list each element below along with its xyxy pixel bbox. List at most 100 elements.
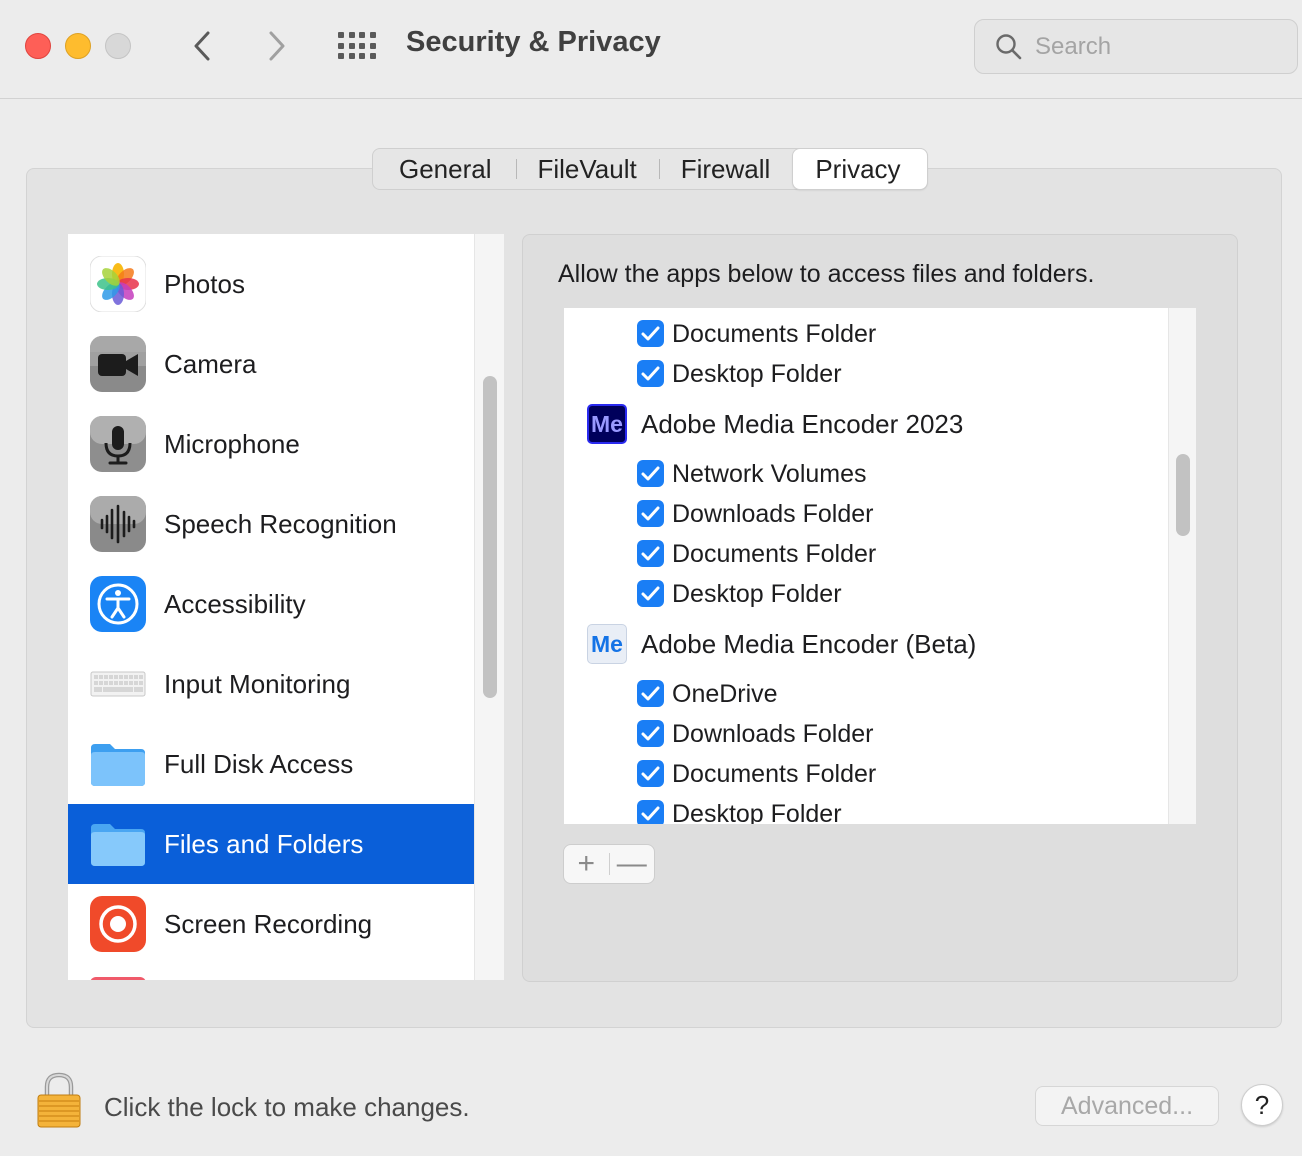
checkmark-icon bbox=[641, 686, 660, 701]
speech-recognition-icon bbox=[90, 496, 146, 552]
permission-label: Downloads Folder bbox=[672, 500, 874, 528]
permission-row[interactable]: Documents Folder bbox=[564, 314, 1168, 354]
permission-label: Downloads Folder bbox=[672, 720, 874, 748]
permission-checkbox[interactable] bbox=[637, 720, 664, 747]
minimize-button[interactable] bbox=[65, 33, 91, 59]
category-scrollbar[interactable] bbox=[474, 234, 504, 980]
permission-row[interactable]: Documents Folder bbox=[564, 534, 1168, 574]
adobe-media-encoder-icon: Me bbox=[587, 404, 627, 444]
permission-checkbox[interactable] bbox=[637, 540, 664, 567]
tab-firewall[interactable]: Firewall bbox=[658, 149, 793, 189]
app-list-scroll-thumb[interactable] bbox=[1176, 454, 1190, 536]
category-label: Camera bbox=[164, 348, 257, 379]
folder-icon bbox=[91, 744, 145, 786]
permission-label: Documents Folder bbox=[672, 320, 877, 348]
next-category-icon-peek bbox=[90, 977, 146, 980]
add-app-button[interactable]: + bbox=[564, 845, 609, 883]
category-speech-recognition[interactable]: Speech Recognition bbox=[68, 484, 474, 564]
category-label: Microphone bbox=[164, 428, 300, 459]
category-full-disk-access[interactable]: Full Disk Access bbox=[68, 724, 474, 804]
category-photos[interactable]: Photos bbox=[68, 244, 474, 324]
accessibility-icon bbox=[90, 576, 146, 632]
permission-label: Desktop Folder bbox=[672, 800, 842, 824]
category-label: Screen Recording bbox=[164, 908, 373, 939]
permission-row[interactable]: Downloads Folder bbox=[564, 494, 1168, 534]
app-row[interactable]: Me Adobe Media Encoder (Beta) bbox=[564, 624, 1168, 664]
category-scroll-thumb[interactable] bbox=[483, 376, 497, 698]
forward-button[interactable] bbox=[257, 26, 297, 66]
app-label: Adobe Media Encoder (Beta) bbox=[641, 629, 977, 659]
search-input[interactable] bbox=[1035, 30, 1285, 64]
chevron-right-icon bbox=[269, 31, 285, 61]
permission-label: Documents Folder bbox=[672, 760, 877, 788]
advanced-button[interactable]: Advanced... bbox=[1035, 1086, 1219, 1126]
app-list-scrollbar[interactable] bbox=[1168, 308, 1196, 824]
category-input-monitoring[interactable]: Input Monitoring bbox=[68, 644, 474, 724]
folder-icon bbox=[91, 824, 145, 866]
window-title: Security & Privacy bbox=[406, 26, 661, 58]
close-button[interactable] bbox=[25, 33, 51, 59]
category-files-and-folders[interactable]: Files and Folders bbox=[68, 804, 474, 884]
show-all-grid-icon[interactable] bbox=[338, 32, 376, 60]
tab-general[interactable]: General bbox=[373, 149, 516, 189]
permission-row[interactable]: Network Volumes bbox=[564, 454, 1168, 494]
search-field[interactable] bbox=[974, 19, 1298, 74]
permission-label: Desktop Folder bbox=[672, 580, 842, 608]
category-label: Accessibility bbox=[164, 588, 306, 619]
remove-app-button[interactable]: — bbox=[609, 845, 654, 883]
tab-privacy[interactable]: Privacy bbox=[793, 149, 927, 189]
search-icon bbox=[996, 34, 1022, 60]
chevron-left-icon bbox=[194, 31, 210, 61]
add-remove-control: + — bbox=[563, 844, 655, 884]
checkmark-icon bbox=[641, 726, 660, 741]
screen-recording-icon bbox=[90, 896, 146, 952]
app-row[interactable]: Me Adobe Media Encoder 2023 bbox=[564, 404, 1168, 444]
permission-checkbox[interactable] bbox=[637, 680, 664, 707]
permission-checkbox[interactable] bbox=[637, 760, 664, 787]
keyboard-icon bbox=[90, 671, 146, 697]
category-label: Full Disk Access bbox=[164, 748, 354, 779]
permission-checkbox[interactable] bbox=[637, 500, 664, 527]
category-label: Input Monitoring bbox=[164, 668, 351, 699]
lock-message: Click the lock to make changes. bbox=[104, 1092, 470, 1122]
checkmark-icon bbox=[641, 326, 660, 341]
permission-row[interactable]: Desktop Folder bbox=[564, 794, 1168, 824]
permission-row[interactable]: Documents Folder bbox=[564, 754, 1168, 794]
category-camera[interactable]: Camera bbox=[68, 324, 474, 404]
category-label: Photos bbox=[164, 268, 245, 299]
zoom-button[interactable] bbox=[105, 33, 131, 59]
checkmark-icon bbox=[641, 466, 660, 481]
tab-filevault[interactable]: FileVault bbox=[515, 149, 659, 189]
category-microphone[interactable]: Microphone bbox=[68, 404, 474, 484]
camera-icon bbox=[90, 336, 146, 392]
tab-bar: General FileVault Firewall Privacy bbox=[372, 148, 928, 190]
help-button[interactable]: ? bbox=[1241, 1084, 1283, 1126]
back-button[interactable] bbox=[182, 26, 222, 66]
checkmark-icon bbox=[641, 586, 660, 601]
permission-label: Network Volumes bbox=[672, 460, 867, 488]
category-screen-recording[interactable]: Screen Recording bbox=[68, 884, 474, 964]
category-label: Files and Folders bbox=[164, 828, 364, 859]
photos-icon bbox=[90, 256, 146, 312]
checkmark-icon bbox=[641, 546, 660, 561]
checkmark-icon bbox=[641, 766, 660, 781]
lock-icon[interactable] bbox=[34, 1071, 84, 1129]
permission-row[interactable]: Downloads Folder bbox=[564, 714, 1168, 754]
permission-checkbox[interactable] bbox=[637, 580, 664, 607]
permission-row[interactable]: Desktop Folder bbox=[564, 574, 1168, 614]
pane-description: Allow the apps below to access files and… bbox=[558, 260, 1095, 288]
permission-label: OneDrive bbox=[672, 680, 778, 708]
checkmark-icon bbox=[641, 806, 660, 821]
permission-checkbox[interactable] bbox=[637, 360, 664, 387]
category-accessibility[interactable]: Accessibility bbox=[68, 564, 474, 644]
app-label: Adobe Media Encoder 2023 bbox=[641, 409, 964, 439]
permission-checkbox[interactable] bbox=[637, 800, 664, 824]
permission-checkbox[interactable] bbox=[637, 320, 664, 347]
checkmark-icon bbox=[641, 506, 660, 521]
privacy-category-list: Photos Camera Microphone Speech Recognit… bbox=[68, 234, 474, 980]
permission-label: Documents Folder bbox=[672, 540, 877, 568]
app-permission-list: Documents Folder Desktop Folder Me Adobe… bbox=[564, 308, 1168, 824]
permission-row[interactable]: OneDrive bbox=[564, 674, 1168, 714]
permission-row[interactable]: Desktop Folder bbox=[564, 354, 1168, 394]
permission-checkbox[interactable] bbox=[637, 460, 664, 487]
